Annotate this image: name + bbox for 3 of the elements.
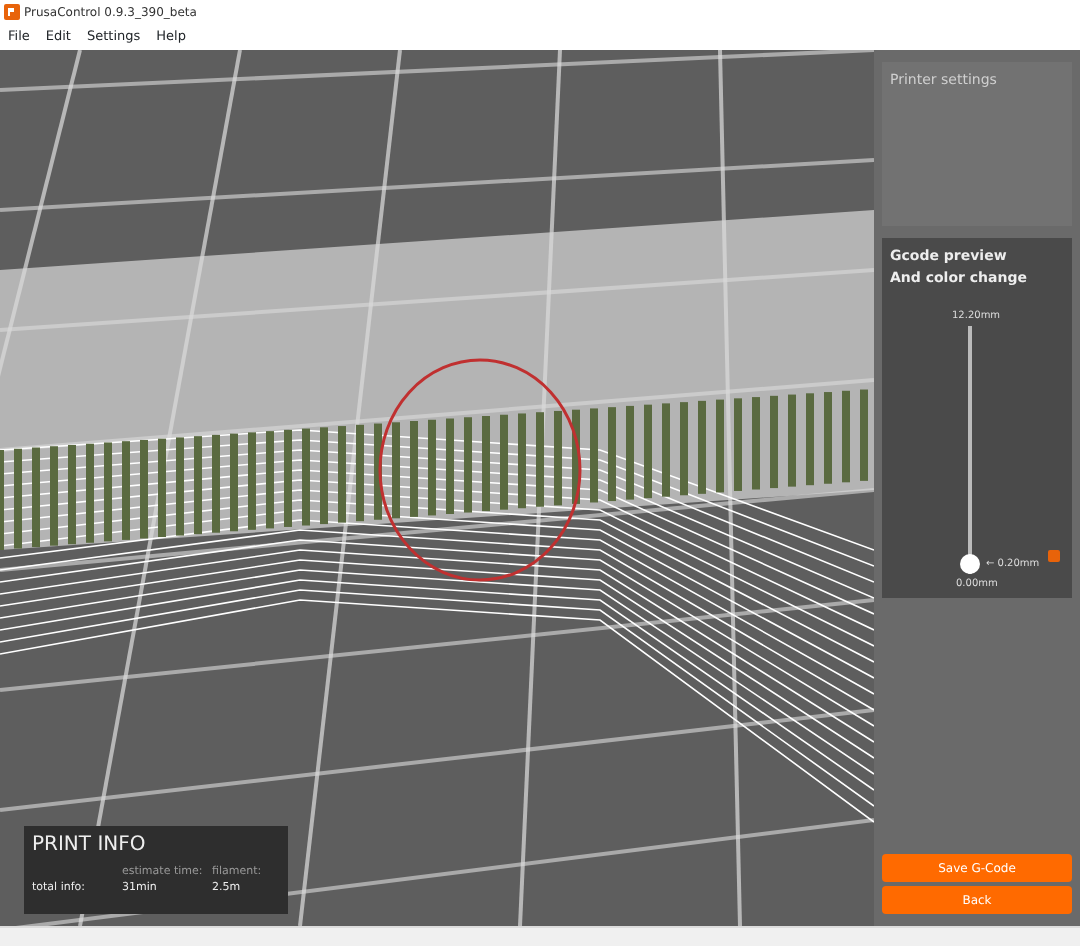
slider-thumb[interactable] (960, 554, 980, 574)
print-info-title: PRINT INFO (32, 834, 148, 858)
add-color-change-icon[interactable] (1048, 550, 1060, 562)
